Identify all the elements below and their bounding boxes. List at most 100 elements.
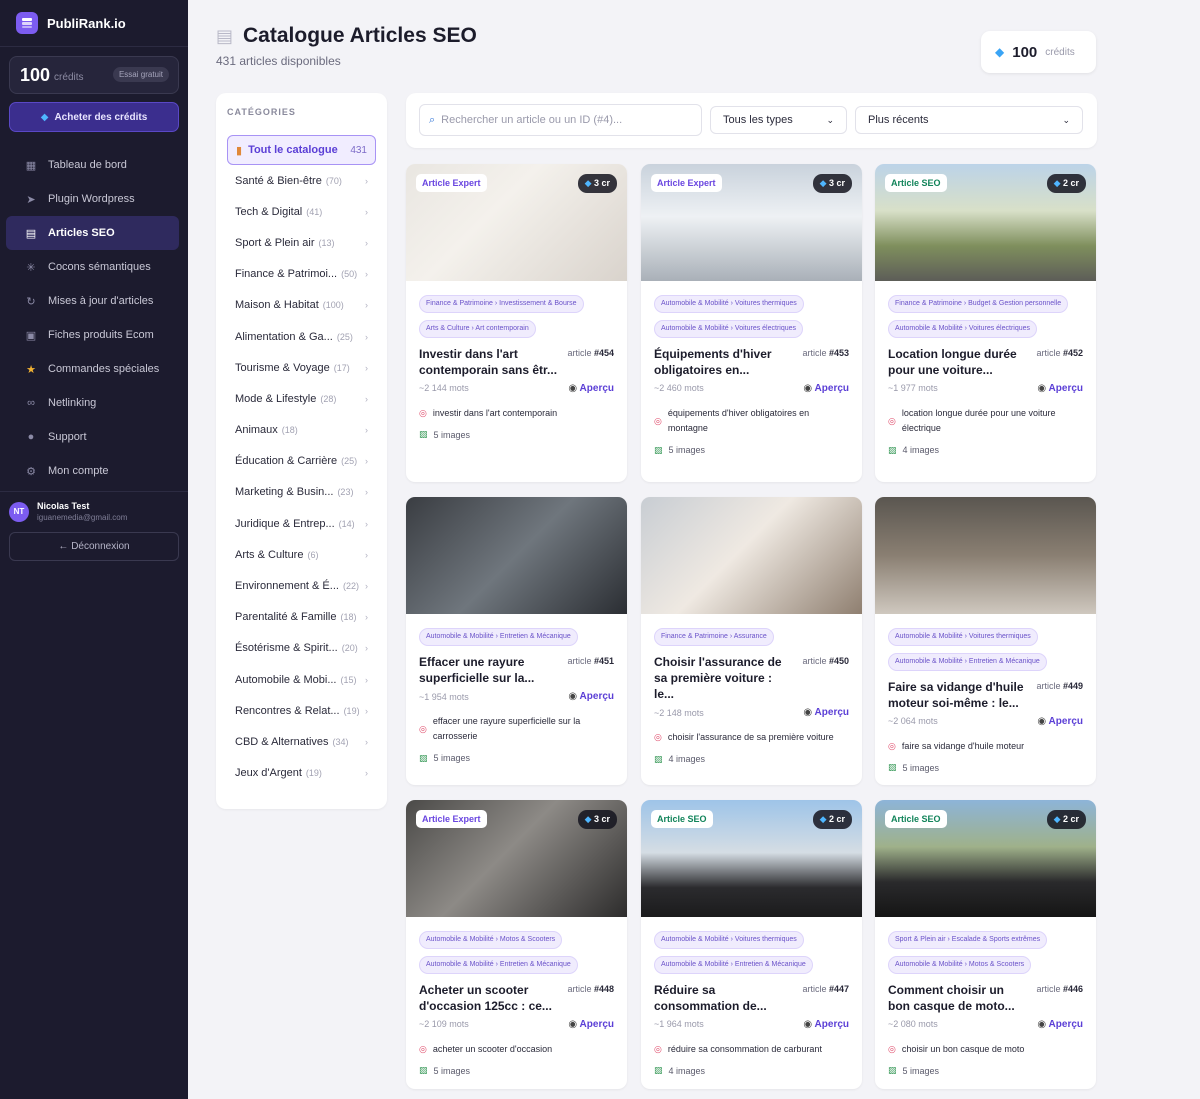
category-item[interactable]: Environnement & É... (22) ›: [227, 570, 376, 601]
article-id-value: #453: [828, 347, 849, 358]
category-item[interactable]: Parentalité & Famille (18) ›: [227, 602, 376, 633]
search-input[interactable]: ⌕ Rechercher un article ou un ID (#4)...: [419, 104, 702, 136]
sidebar-item-articles[interactable]: ▤ Articles SEO: [6, 216, 179, 250]
image-count-text: 4 images: [668, 1065, 706, 1076]
word-count: ~2 109 mots: [419, 1019, 469, 1030]
buy-credits-button[interactable]: ◆ Acheter des crédits: [9, 102, 179, 132]
preview-button[interactable]: ◉ Aperçu: [568, 1019, 614, 1030]
preview-button[interactable]: ◉ Aperçu: [1037, 716, 1083, 727]
category-tag: Automobile & Mobilité › Motos & Scooters: [888, 955, 1032, 974]
sidebar-item-support[interactable]: ● Support: [6, 420, 179, 454]
article-title[interactable]: Réduire sa consommation de...: [654, 982, 794, 1014]
sort-select[interactable]: Plus récents ⌄: [855, 106, 1083, 134]
article-title[interactable]: Location longue durée pour une voiture..…: [888, 346, 1028, 378]
article-thumbnail: Article Expert ◆ 3 cr: [641, 164, 862, 281]
target-keyword: ◎ réduire sa consommation de carburant: [654, 1042, 849, 1057]
sidebar-item-dashboard[interactable]: ▦ Tableau de bord: [6, 148, 179, 182]
preview-button[interactable]: ◉ Aperçu: [1037, 383, 1083, 394]
article-card[interactable]: Finance & Patrimoine › Assurance Choisir …: [641, 497, 862, 785]
user-email: iguanemedia@gmail.com: [37, 513, 128, 522]
category-item[interactable]: Santé & Bien-être (70) ›: [227, 165, 376, 196]
article-card[interactable]: Article Expert ◆ 3 cr Finance & Patrimoine…: [406, 164, 627, 482]
word-count: ~2 144 mots: [419, 383, 469, 394]
category-item[interactable]: Sport & Plein air (13) ›: [227, 227, 376, 258]
type-select-value: Tous les types: [723, 114, 793, 126]
word-count: ~1 977 mots: [888, 383, 938, 394]
preview-button[interactable]: ◉ Aperçu: [568, 383, 614, 394]
image-count: ▨ 4 images: [654, 754, 849, 765]
article-card[interactable]: Article SEO ◆ 2 cr Finance & Patrimoine › …: [875, 164, 1096, 482]
preview-button[interactable]: ◉ Aperçu: [568, 691, 614, 702]
article-type-badge: Article SEO: [651, 810, 713, 828]
sidebar-item-updates[interactable]: ↻ Mises à jour d'articles: [6, 284, 179, 318]
category-item[interactable]: Marketing & Busin... (23) ›: [227, 477, 376, 508]
category-item[interactable]: Tourisme & Voyage (17) ›: [227, 352, 376, 383]
sidebar-item-cocons[interactable]: ✳ Cocons sémantiques: [6, 250, 179, 284]
preview-button[interactable]: ◉ Aperçu: [803, 707, 849, 718]
category-item[interactable]: Maison & Habitat (100) ›: [227, 290, 376, 321]
category-item[interactable]: Alimentation & Ga... (25) ›: [227, 321, 376, 352]
article-card[interactable]: Article SEO ◆ 2 cr Sport & Plein air › Esc…: [875, 800, 1096, 1089]
eye-icon: ◉: [1037, 1018, 1049, 1030]
category-item[interactable]: Rencontres & Relat... (19) ›: [227, 695, 376, 726]
category-item[interactable]: Animaux (18) ›: [227, 415, 376, 446]
category-tag: Finance & Patrimoine › Investissement & …: [419, 295, 584, 313]
category-item[interactable]: Ésotérisme & Spirit... (20) ›: [227, 633, 376, 664]
article-id: article #449: [1036, 681, 1083, 711]
article-card[interactable]: Article Expert ◆ 3 cr Automobile & Mobilit…: [641, 164, 862, 482]
image-icon: ▨: [419, 429, 428, 440]
sidebar-item-label: Cocons sémantiques: [48, 261, 151, 273]
sidebar-item-netlinking[interactable]: ∞ Netlinking: [6, 386, 179, 420]
chevron-down-icon: ⌄: [826, 114, 834, 125]
type-select[interactable]: Tous les types ⌄: [710, 106, 847, 134]
article-card[interactable]: Automobile & Mobilité › Voitures thermiq…: [875, 497, 1096, 785]
eye-icon: ◉: [803, 1018, 815, 1030]
image-count-text: 5 images: [902, 1065, 940, 1076]
category-item[interactable]: Mode & Lifestyle (28) ›: [227, 383, 376, 414]
logout-button[interactable]: ← Déconnexion: [9, 532, 179, 561]
article-title[interactable]: Équipements d'hiver obligatoires en...: [654, 346, 794, 378]
keyword-text: équipements d'hiver obligatoires en mont…: [667, 407, 810, 434]
article-title[interactable]: Comment choisir un bon casque de moto...: [888, 982, 1028, 1014]
article-card[interactable]: Automobile & Mobilité › Entretien & Méca…: [406, 497, 627, 785]
category-label: Maison & Habitat: [235, 299, 319, 312]
category-count: (28): [320, 393, 337, 404]
sidebar-item-plugin[interactable]: ➤ Plugin Wordpress: [6, 182, 179, 216]
header-credits: ◆ 100 crédits: [981, 31, 1096, 73]
article-title[interactable]: Effacer une rayure superficielle sur la.…: [419, 654, 559, 686]
category-label: Santé & Bien-être: [235, 174, 322, 187]
article-title[interactable]: Choisir l'assurance de sa première voitu…: [654, 654, 794, 703]
preview-button[interactable]: ◉ Aperçu: [803, 383, 849, 394]
category-item[interactable]: Finance & Patrimoi... (50) ›: [227, 259, 376, 290]
sidebar-item-special[interactable]: ★ Commandes spéciales: [6, 352, 179, 386]
category-tag: Sport & Plein air › Escalade & Sports ex…: [888, 931, 1048, 949]
sidebar-item-account[interactable]: ⚙ Mon compte: [6, 454, 179, 488]
category-item[interactable]: Tech & Digital (41) ›: [227, 196, 376, 227]
article-id-value: #447: [828, 983, 849, 994]
category-item[interactable]: Juridique & Entrep... (14) ›: [227, 508, 376, 539]
chevron-down-icon: ⌄: [1062, 114, 1070, 125]
sidebar-item-ecom[interactable]: ▣ Fiches produits Ecom: [6, 318, 179, 352]
image-icon: ▨: [419, 1065, 428, 1076]
category-count: (100): [322, 300, 344, 311]
category-all[interactable]: ▮ Tout le catalogue 431: [227, 135, 376, 165]
eye-icon: ◉: [568, 1018, 580, 1030]
category-item[interactable]: Arts & Culture (6) ›: [227, 539, 376, 570]
target-keyword: ◎ location longue durée pour une voiture …: [888, 406, 1083, 437]
header-credits-count: 100: [1012, 43, 1038, 61]
brand[interactable]: PubliRank.io: [0, 0, 188, 47]
category-item[interactable]: Automobile & Mobi... (15) ›: [227, 664, 376, 695]
chevron-right-icon: ›: [365, 768, 368, 779]
article-title[interactable]: Investir dans l'art contemporain sans êt…: [419, 346, 559, 378]
sort-select-value: Plus récents: [868, 114, 929, 126]
article-title[interactable]: Faire sa vidange d'huile moteur soi-même…: [888, 679, 1028, 711]
article-card[interactable]: Article Expert ◆ 3 cr Automobile & Mobilit…: [406, 800, 627, 1089]
article-id-label: article: [567, 347, 592, 358]
preview-button[interactable]: ◉ Aperçu: [803, 1019, 849, 1030]
category-item[interactable]: CBD & Alternatives (34) ›: [227, 726, 376, 757]
article-card[interactable]: Article SEO ◆ 2 cr Automobile & Mobilité ›…: [641, 800, 862, 1089]
article-title[interactable]: Acheter un scooter d'occasion 125cc : ce…: [419, 982, 559, 1014]
category-item[interactable]: Jeux d'Argent (19) ›: [227, 758, 376, 789]
category-item[interactable]: Éducation & Carrière (25) ›: [227, 446, 376, 477]
preview-button[interactable]: ◉ Aperçu: [1037, 1019, 1083, 1030]
